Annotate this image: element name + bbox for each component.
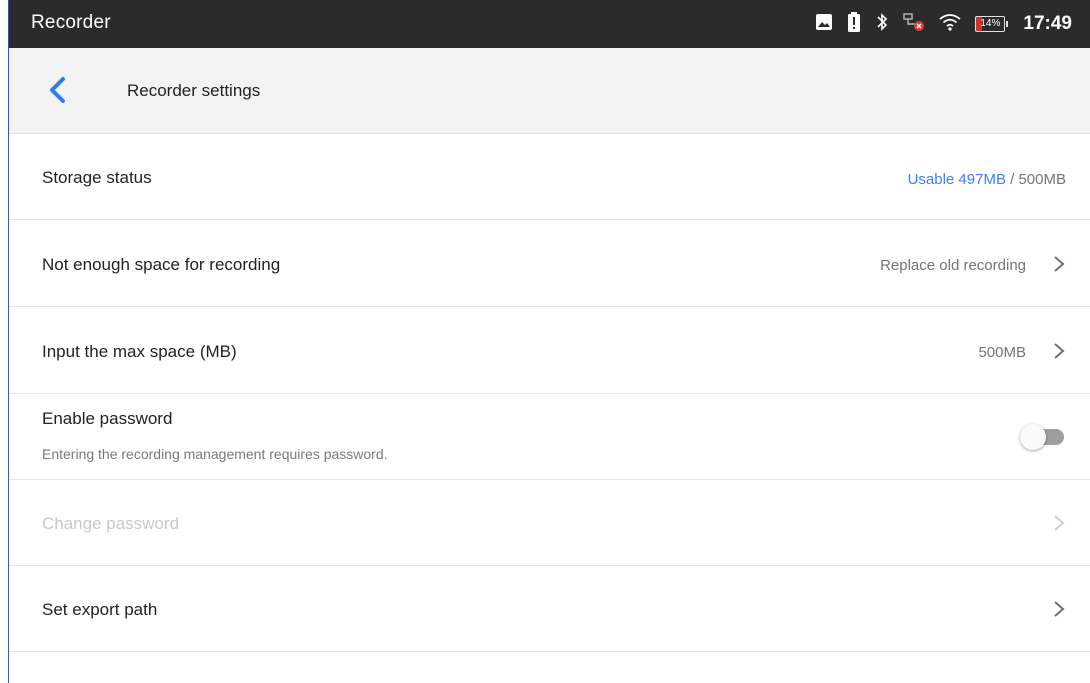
max-space-label: Input the max space (MB)	[42, 342, 237, 361]
wifi-icon	[939, 13, 961, 36]
storage-status-row: Storage status Usable 497MB / 500MB	[9, 134, 1090, 220]
chevron-right-icon	[1054, 343, 1065, 359]
network-error-icon	[903, 12, 925, 37]
storage-status-value: Usable 497MB / 500MB	[908, 171, 1066, 188]
not-enough-space-value: Replace old recording	[880, 257, 1026, 274]
enable-password-description: Entering the recording management requir…	[42, 446, 388, 462]
bluetooth-icon	[875, 12, 889, 37]
storage-status-label: Storage status	[42, 168, 152, 187]
change-password-row: Change password	[9, 480, 1090, 566]
battery-icon: 14%	[975, 16, 1009, 32]
chevron-right-icon	[1054, 601, 1065, 617]
chevron-right-icon	[1054, 515, 1065, 531]
status-icons: 14% 17:49	[801, 0, 1072, 48]
change-password-label: Change password	[42, 514, 180, 533]
export-path-label: Set export path	[42, 600, 158, 619]
max-space-value: 500MB	[978, 344, 1026, 361]
enable-password-row[interactable]: Enable password Entering the recording m…	[9, 394, 1090, 480]
recorder-settings-screen: Recorder 14% 17:49 Recorder settings Sto…	[8, 0, 1090, 683]
max-space-row[interactable]: Input the max space (MB) 500MB	[9, 307, 1090, 394]
storage-separator: /	[1005, 171, 1019, 188]
not-enough-space-label: Not enough space for recording	[42, 255, 281, 274]
enable-password-label: Enable password	[42, 409, 173, 428]
clock: 17:49	[1023, 13, 1072, 34]
page-title: Recorder settings	[127, 81, 261, 100]
image-icon	[815, 13, 833, 36]
app-title: Recorder	[31, 12, 111, 33]
not-enough-space-row[interactable]: Not enough space for recording Replace o…	[9, 220, 1090, 307]
export-path-row[interactable]: Set export path	[9, 566, 1090, 652]
storage-total: 500MB	[1018, 171, 1066, 188]
back-button[interactable]	[39, 72, 75, 108]
storage-usable: Usable 497MB	[907, 171, 1006, 188]
battery-level: 14%	[980, 18, 1001, 29]
app-header: Recorder settings	[9, 48, 1090, 134]
chevron-right-icon	[1054, 256, 1065, 272]
enable-password-toggle[interactable]	[1020, 423, 1064, 450]
status-bar: Recorder 14% 17:49	[9, 0, 1090, 48]
chevron-left-icon	[50, 77, 65, 103]
battery-alert-icon	[847, 11, 861, 37]
toggle-knob	[1020, 424, 1046, 450]
